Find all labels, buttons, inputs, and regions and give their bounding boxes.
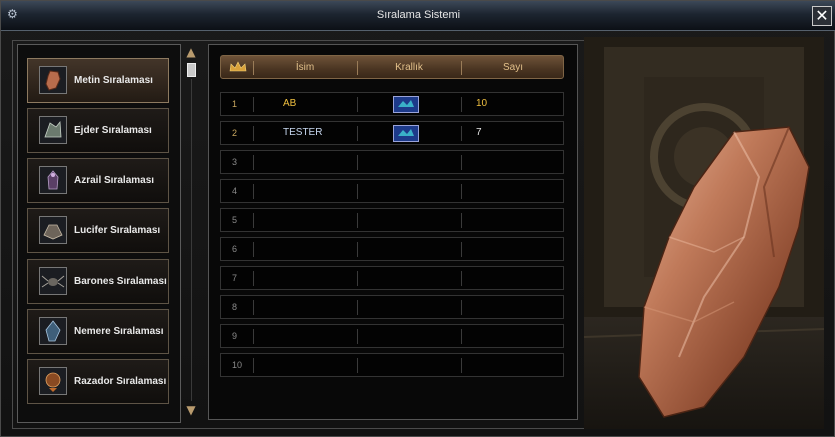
row-separator — [357, 97, 358, 112]
sidebar-item-spider[interactable]: Barones Sıralaması — [27, 259, 169, 304]
sidebar-item-label: Azrail Sıralaması — [74, 175, 155, 186]
row-separator — [357, 242, 358, 257]
razador-icon — [39, 367, 67, 395]
ranking-window: ⚙ Sıralama Sistemi ✕ Metin Sıralaması Ejd… — [0, 0, 835, 437]
table-row[interactable]: 7 — [220, 266, 564, 290]
scrollbar-thumb[interactable] — [187, 63, 196, 77]
title-bar[interactable]: ⚙ Sıralama Sistemi ✕ — [1, 1, 835, 31]
row-separator — [461, 300, 462, 315]
row-separator — [253, 155, 254, 170]
row-separator — [461, 242, 462, 257]
row-separator — [357, 358, 358, 373]
metin-stone-image — [584, 37, 824, 429]
rank-number: 8 — [232, 302, 238, 312]
kill-count: 10 — [476, 98, 488, 109]
spider-icon — [39, 267, 67, 295]
player-name: TESTER — [283, 127, 323, 138]
table-row[interactable]: 10 — [220, 353, 564, 377]
sidebar-item-razador[interactable]: Razador Sıralaması — [27, 359, 169, 404]
kingdom-flag-icon — [393, 125, 419, 142]
row-separator — [357, 271, 358, 286]
sidebar-item-label: Barones Sıralaması — [74, 276, 167, 287]
row-separator — [461, 155, 462, 170]
row-separator — [357, 155, 358, 170]
close-button[interactable]: ✕ — [812, 6, 832, 26]
row-separator — [357, 184, 358, 199]
azrail-icon — [39, 166, 67, 194]
close-icon: ✕ — [815, 6, 829, 25]
scroll-up-arrow-icon[interactable]: ▲ — [185, 45, 197, 59]
row-separator — [357, 213, 358, 228]
row-separator — [253, 271, 254, 286]
row-separator — [461, 213, 462, 228]
row-separator — [253, 300, 254, 315]
row-separator — [357, 329, 358, 344]
scroll-down-arrow-icon[interactable]: ▼ — [185, 403, 197, 417]
rank-number: 9 — [232, 331, 238, 341]
sidebar-item-label: Razador Sıralaması — [74, 376, 167, 387]
row-separator — [253, 97, 254, 112]
table-row[interactable]: 6 — [220, 237, 564, 261]
rank-number: 2 — [232, 128, 238, 138]
scrollbar-track[interactable] — [191, 79, 192, 401]
row-separator — [357, 126, 358, 141]
table-row[interactable]: 5 — [220, 208, 564, 232]
column-header-kingdom: Krallık — [395, 62, 423, 73]
row-separator — [357, 300, 358, 315]
row-separator — [253, 213, 254, 228]
row-separator — [253, 126, 254, 141]
row-separator — [461, 126, 462, 141]
table-row[interactable]: 9 — [220, 324, 564, 348]
sidebar-item-label: Metin Sıralaması — [74, 75, 153, 86]
crown-icon — [229, 61, 247, 72]
sidebar-item-metin-stone[interactable]: Metin Sıralaması — [27, 58, 169, 103]
preview-scene — [584, 37, 824, 429]
rank-number: 4 — [232, 186, 238, 196]
sidebar-item-label: Ejder Sıralaması — [74, 125, 152, 136]
rank-number: 10 — [232, 360, 243, 370]
table-row[interactable]: 3 — [220, 150, 564, 174]
rank-number: 1 — [232, 99, 238, 109]
kill-count: 7 — [476, 127, 482, 138]
lucifer-icon — [39, 216, 67, 244]
player-name: AB — [283, 98, 297, 109]
row-separator — [461, 271, 462, 286]
rank-number: 7 — [232, 273, 238, 283]
table-row[interactable]: 4 — [220, 179, 564, 203]
row-separator — [461, 97, 462, 112]
sidebar-item-dragon[interactable]: Ejder Sıralaması — [27, 108, 169, 153]
row-separator — [253, 242, 254, 257]
table-row[interactable]: 1 AB 10 — [220, 92, 564, 116]
table-row[interactable]: 8 — [220, 295, 564, 319]
row-separator — [253, 358, 254, 373]
metin-stone-icon — [39, 66, 67, 94]
column-header-name: İsim — [295, 62, 315, 73]
row-separator — [253, 329, 254, 344]
sidebar-item-azrail[interactable]: Azrail Sıralaması — [27, 158, 169, 203]
sidebar-item-lucifer[interactable]: Lucifer Sıralaması — [27, 208, 169, 253]
nemere-icon — [39, 317, 67, 345]
sidebar-item-label: Nemere Sıralaması — [74, 326, 164, 337]
table-row[interactable]: 2 TESTER 7 — [220, 121, 564, 145]
dragon-icon — [39, 116, 67, 144]
rank-number: 3 — [232, 157, 238, 167]
row-separator — [461, 184, 462, 199]
sidebar-item-nemere[interactable]: Nemere Sıralaması — [27, 309, 169, 354]
table-header: İsim Krallık Sayı — [220, 55, 564, 79]
row-separator — [253, 184, 254, 199]
column-header-count: Sayı — [502, 62, 523, 73]
sidebar-item-label: Lucifer Sıralaması — [74, 225, 161, 236]
kingdom-flag-icon — [393, 96, 419, 113]
rank-number: 6 — [232, 244, 238, 254]
row-separator — [461, 329, 462, 344]
row-separator — [461, 358, 462, 373]
rank-number: 5 — [232, 215, 238, 225]
window-title: Sıralama Sistemi — [376, 9, 461, 21]
